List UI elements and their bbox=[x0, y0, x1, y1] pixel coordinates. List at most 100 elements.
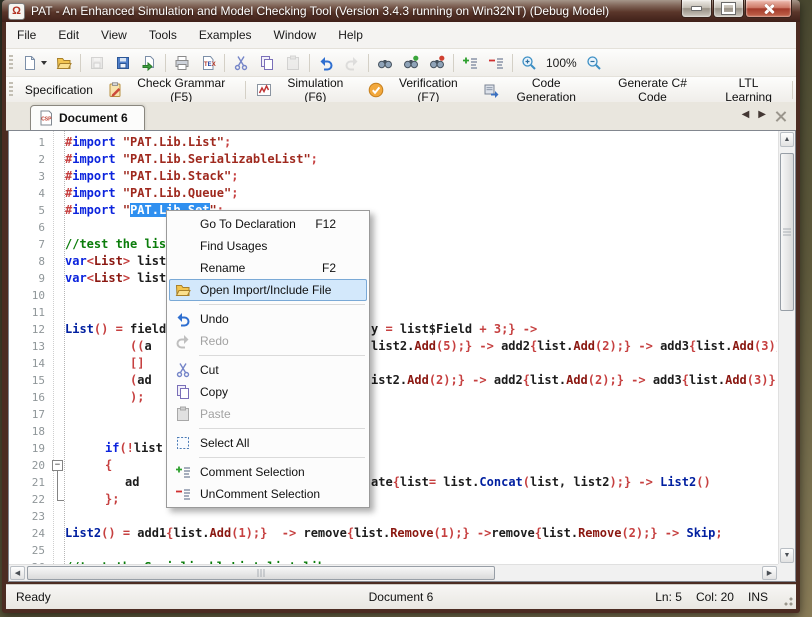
context-menu-item-copy[interactable]: Copy bbox=[169, 381, 367, 403]
generate-c-code-button[interactable]: Generate C# Code bbox=[597, 79, 708, 101]
copy-button[interactable] bbox=[255, 52, 279, 74]
menu-item-label: Cut bbox=[200, 363, 219, 377]
dropdown-arrow-icon[interactable] bbox=[41, 61, 47, 65]
new-document-icon bbox=[22, 55, 38, 71]
context-menu-item-redo: Redo bbox=[169, 330, 367, 352]
context-menu-item-go-to-declaration[interactable]: Go To DeclarationF12 bbox=[169, 213, 367, 235]
new-document-button[interactable] bbox=[19, 52, 50, 74]
vertical-scroll-thumb[interactable] bbox=[780, 153, 794, 311]
export-file-button[interactable] bbox=[137, 52, 161, 74]
find-next-button[interactable] bbox=[399, 52, 423, 74]
zoom-in-button[interactable] bbox=[517, 52, 541, 74]
main-toolbar: TEX100% bbox=[6, 48, 796, 77]
minimize-button[interactable] bbox=[681, 0, 712, 18]
comment-selection-icon bbox=[462, 55, 478, 71]
minimize-icon bbox=[691, 6, 702, 11]
code-token: ist2. bbox=[371, 373, 407, 387]
save-all-button[interactable] bbox=[111, 52, 135, 74]
code-line: #import "PAT.Lib.SerializableList"; bbox=[65, 151, 777, 168]
code-token: list. bbox=[354, 526, 390, 540]
code-token: > bbox=[123, 271, 130, 285]
vertical-scrollbar[interactable]: ▲ ▼ bbox=[778, 131, 795, 564]
context-menu-item-uncomment-selection[interactable]: UnComment Selection bbox=[169, 483, 367, 505]
open-file-button[interactable] bbox=[52, 52, 76, 74]
cut-button[interactable] bbox=[229, 52, 253, 74]
copy-icon bbox=[259, 55, 275, 71]
comment-selection-button[interactable] bbox=[458, 52, 482, 74]
scroll-right-icon[interactable]: ▶ bbox=[762, 566, 777, 580]
ltl-learning-button[interactable]: LTL Learning bbox=[708, 79, 789, 101]
select-all-icon bbox=[175, 435, 191, 451]
menu-view[interactable]: View bbox=[90, 24, 138, 46]
horizontal-scroll-thumb[interactable] bbox=[27, 566, 495, 580]
specification-button[interactable]: Specification bbox=[18, 79, 100, 101]
command-label: Generate C# Code bbox=[604, 76, 701, 104]
context-menu-item-select-all[interactable]: Select All bbox=[169, 432, 367, 454]
context-menu-item-cut[interactable]: Cut bbox=[169, 359, 367, 381]
find-options-button[interactable] bbox=[425, 52, 449, 74]
code-token: [] bbox=[130, 356, 144, 370]
code-token: //test the lis bbox=[65, 237, 166, 251]
horizontal-scrollbar[interactable]: ◀ ▶ bbox=[9, 564, 778, 581]
code-token: () bbox=[101, 526, 115, 540]
find-button[interactable] bbox=[373, 52, 397, 74]
code-token: ; bbox=[231, 186, 238, 200]
context-menu-item-undo[interactable]: Undo bbox=[169, 308, 367, 330]
code-token: = bbox=[385, 322, 392, 336]
verification-icon bbox=[368, 82, 384, 98]
menu-item-label: Go To Declaration bbox=[200, 217, 296, 231]
latex-export-button[interactable]: TEX bbox=[196, 52, 220, 74]
code-token: -> bbox=[479, 339, 493, 353]
status-line: Ln: 5 bbox=[655, 590, 682, 604]
context-menu-item-find-usages[interactable]: Find Usages bbox=[169, 235, 367, 257]
fold-collapse-icon[interactable]: − bbox=[52, 460, 63, 471]
close-tab-icon[interactable] bbox=[775, 110, 786, 121]
simulation-f6-button[interactable]: Simulation (F6) bbox=[249, 79, 361, 101]
context-menu-item-rename[interactable]: RenameF2 bbox=[169, 257, 367, 279]
code-token: ad bbox=[137, 373, 151, 387]
code-token: import bbox=[72, 135, 115, 149]
menu-item-label: Copy bbox=[200, 385, 228, 399]
command-label: Code Generation bbox=[503, 76, 590, 104]
maximize-button[interactable] bbox=[713, 0, 744, 18]
line-number: 24 bbox=[11, 525, 45, 542]
line-number: 7 bbox=[11, 236, 45, 253]
context-menu-item-open-import-include-file[interactable]: Open Import/Include File bbox=[169, 279, 367, 301]
close-button[interactable] bbox=[745, 0, 792, 18]
scroll-tabs-left-icon[interactable]: ◀ bbox=[742, 108, 750, 122]
code-fragment: ate{list= list.Concat(list, list2);} -> … bbox=[371, 474, 711, 491]
scroll-left-icon[interactable]: ◀ bbox=[10, 566, 25, 580]
check-grammar-f5-button[interactable]: Check Grammar (F5) bbox=[100, 79, 243, 101]
code-token: list. bbox=[530, 373, 566, 387]
tab-document-6[interactable]: CSP Document 6 bbox=[30, 105, 145, 131]
scroll-tabs-right-icon[interactable]: ▶ bbox=[758, 108, 766, 122]
fold-scope-line bbox=[57, 471, 64, 501]
document-tab-bar: CSP Document 6 ◀ ▶ bbox=[6, 102, 796, 131]
menu-help[interactable]: Help bbox=[327, 24, 374, 46]
uncomment-selection-button[interactable] bbox=[484, 52, 508, 74]
context-menu-item-comment-selection[interactable]: Comment Selection bbox=[169, 461, 367, 483]
menu-separator bbox=[199, 355, 365, 356]
find-options-icon bbox=[429, 55, 445, 71]
code-token: Remove bbox=[390, 526, 433, 540]
line-number-gutter: 1234567891011121314151617181920212223242… bbox=[9, 131, 65, 564]
menu-item-shortcut: F12 bbox=[297, 217, 358, 231]
code-generation-button[interactable]: Code Generation bbox=[476, 79, 597, 101]
scroll-down-icon[interactable]: ▼ bbox=[780, 548, 794, 563]
code-token: { bbox=[535, 526, 542, 540]
code-token: if bbox=[105, 441, 119, 455]
menu-window[interactable]: Window bbox=[263, 24, 328, 46]
menu-file[interactable]: File bbox=[6, 24, 47, 46]
print-button[interactable] bbox=[170, 52, 194, 74]
code-token: ; bbox=[231, 169, 238, 183]
export-file-icon bbox=[141, 55, 157, 71]
menu-tools[interactable]: Tools bbox=[138, 24, 188, 46]
zoom-out-button[interactable] bbox=[582, 52, 606, 74]
code-token: () bbox=[94, 322, 108, 336]
scroll-up-icon[interactable]: ▲ bbox=[780, 132, 794, 147]
menu-examples[interactable]: Examples bbox=[188, 24, 263, 46]
code-token: { bbox=[682, 373, 689, 387]
undo-button[interactable] bbox=[314, 52, 338, 74]
menu-edit[interactable]: Edit bbox=[47, 24, 90, 46]
verification-f7-button[interactable]: Verification (F7) bbox=[361, 79, 475, 101]
